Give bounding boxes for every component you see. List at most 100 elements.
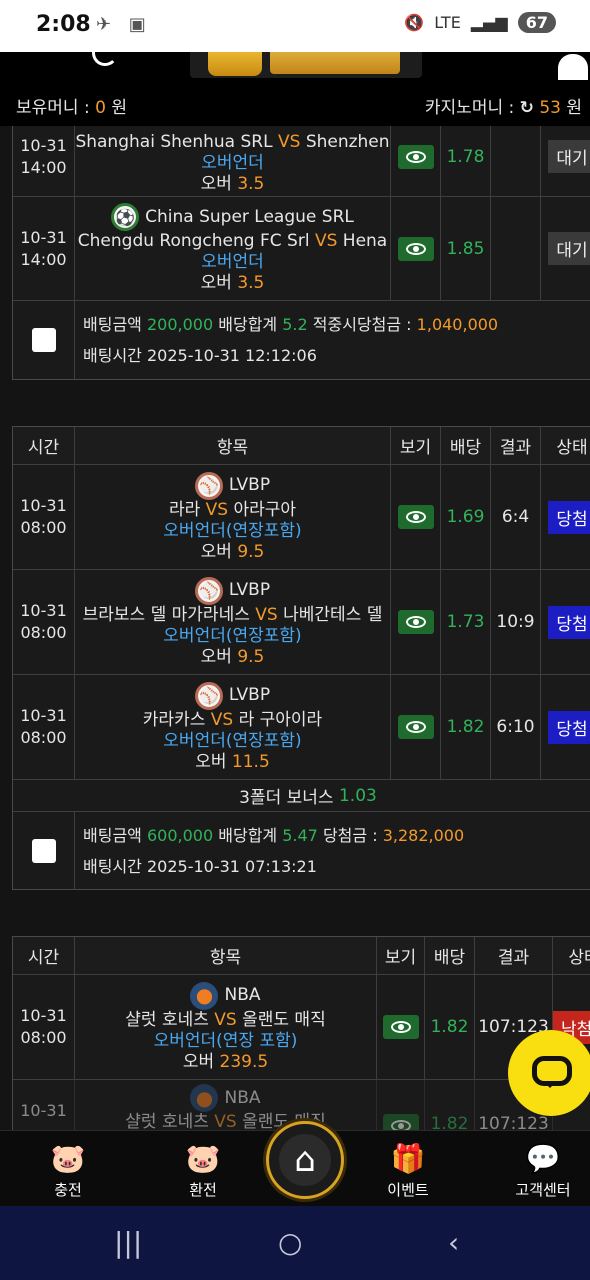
bet-select-checkbox[interactable] [31,328,56,352]
payout-label: 적중시당첨금 : [312,315,412,334]
bonus-label: 3폴더 보너스 [239,788,334,808]
back-icon[interactable]: ‹ [448,1226,459,1259]
col-odds: 배당 [441,427,491,464]
row-date: 10-31 [20,496,67,515]
bonus-value: 1.03 [338,785,377,806]
signal-icon: ▂▄▆ [470,13,508,32]
nav-support[interactable]: 💬 고객센터 [493,1139,590,1200]
market-label: 오버언더(연장포함) [163,730,302,751]
nav-charge[interactable]: 🐷 충전 [18,1139,118,1200]
view-cell [391,197,441,300]
recents-icon[interactable]: ||| [114,1226,142,1259]
odds-total-label: 배당합계 [218,315,278,334]
view-eye-icon[interactable] [397,715,434,739]
col-view: 보기 [377,937,425,974]
nav-exchange[interactable]: 🐷 환전 [153,1139,253,1200]
row-time: 14:00 [20,157,67,177]
baseball-icon: ⚾ [194,576,223,605]
pick-line-value: 239.5 [219,1051,269,1072]
away-team: Shenzhen [305,132,390,152]
pick-label: 오버 [195,751,227,772]
view-eye-icon[interactable] [397,505,434,529]
bet-slip: 10-31 14:00 Shanghai Shenhua SRL VS Shen… [12,126,590,380]
vs-label: VS [210,709,234,730]
view-eye-icon[interactable] [382,1015,419,1039]
col-time: 시간 [13,427,75,464]
league-line: ● NBA [190,1084,261,1112]
time-cell: 10-31 08:00 [13,975,75,1079]
away-team: 올랜도 매직 [242,1009,326,1030]
bet-select-checkbox[interactable] [31,839,56,863]
basketball-icon: ● [190,1084,219,1112]
casino-refresh-icon[interactable]: ↻ [520,98,534,118]
status-cell: 대기 [541,197,590,300]
refresh-icon[interactable] [92,52,118,66]
away-team: 아라구아 [233,499,297,520]
view-eye-icon[interactable] [382,1114,419,1130]
match-teams: 샬럿 호네츠 VS 올랜도 매직 [125,1010,325,1031]
match-teams: Shanghai Shenhua SRL VS Shenzhen [75,126,389,153]
away-team: 라 구아이라 [238,709,323,730]
home-team: 카라카스 [142,709,206,730]
status-badge: 당첨 [548,500,590,534]
status-badge: 당첨 [548,710,590,744]
view-cell [391,675,441,779]
owned-money-label: 보유머니 : [16,98,90,118]
payout-value: 3,282,000 [382,826,465,845]
table-row: 10-31 14:00 Shanghai Shenhua SRL VS Shen… [13,126,590,197]
app-header [0,52,590,80]
pick-line: 오버 11.5 [195,752,270,773]
select-cell [13,301,75,379]
bet-history-list[interactable]: 10-31 14:00 Shanghai Shenhua SRL VS Shen… [0,126,590,1130]
pick-line-value: 9.5 [237,541,265,562]
bet-time: 2025-10-31 12:12:06 [146,346,317,365]
owned-money: 보유머니 : 0 원 [16,93,127,118]
support-chat-icon: 💬 [525,1142,561,1175]
home-icon: ⌂ [279,1134,331,1186]
kakao-chat-button[interactable] [508,1030,590,1116]
view-eye-icon[interactable] [397,610,434,634]
nav-home[interactable]: ⌂ [266,1121,344,1199]
pick-line: 오버 3.5 [201,273,265,294]
pick-line-value: 3.5 [237,273,265,293]
result-cell [491,126,541,196]
nav-label: 고객센터 [515,1181,571,1199]
away-team: Hena [342,231,388,251]
market-label: 오버언더 [201,252,264,272]
col-status: 상태 [556,438,588,458]
bet-amount: 600,000 [146,826,214,845]
notification-icons: ✈ ▣ [96,14,152,35]
col-view: 보기 [391,427,441,464]
status-cell: 당첨 [541,465,590,569]
status-right: 🔇 LTE ▂▄▆ 67 [404,12,556,33]
baseball-icon: ⚾ [194,681,223,710]
status-cell: 당첨 [541,570,590,674]
league-name: LVBP [228,475,271,495]
match-cell: ● NBA 샬럿 호네츠 VS 올랜도 매직 [75,1080,377,1130]
system-status-bar: 2:08 ✈ ▣ 🔇 LTE ▂▄▆ 67 [0,0,590,52]
view-eye-icon[interactable] [397,236,434,261]
network-label: LTE [434,13,461,32]
match-cell: ⚾ LVBP 브라보스 델 마가라네스 VS 나베간테스 델 오버언더(연장포함)… [75,570,391,674]
bet-summary: 배팅금액 200,000 배당합계 5.2 적중시당첨금 : 1,040,000… [83,309,498,371]
user-icon[interactable] [558,54,588,80]
result-cell [491,197,541,300]
money-bar: 보유머니 : 0 원 카지노머니 : ↻ 53 원 [0,80,590,126]
status-badge: 대기 [548,232,590,265]
result-cell: 6:10 [491,675,541,779]
bet-time-label: 배팅시간 [83,857,142,876]
logo-emblem-icon [208,52,262,76]
league-line: ⚾ LVBP [194,471,271,500]
time-cell: 10-31 08:00 [13,465,75,569]
home-circle-icon[interactable]: ○ [278,1226,302,1259]
col-status: 상태 [568,948,590,968]
odds-cell: 1.85 [441,197,491,300]
bet-time-label: 배팅시간 [83,346,142,365]
view-eye-icon[interactable] [397,144,434,169]
col-time: 시간 [13,937,75,974]
odds-cell: 1.69 [441,465,491,569]
nav-event[interactable]: 🎁 이벤트 [358,1139,458,1200]
home-team: 샬럿 호네츠 [125,1009,209,1030]
bet-summary-row: 배팅금액 200,000 배당합계 5.2 적중시당첨금 : 1,040,000… [13,301,590,379]
owned-money-unit: 원 [111,98,127,118]
